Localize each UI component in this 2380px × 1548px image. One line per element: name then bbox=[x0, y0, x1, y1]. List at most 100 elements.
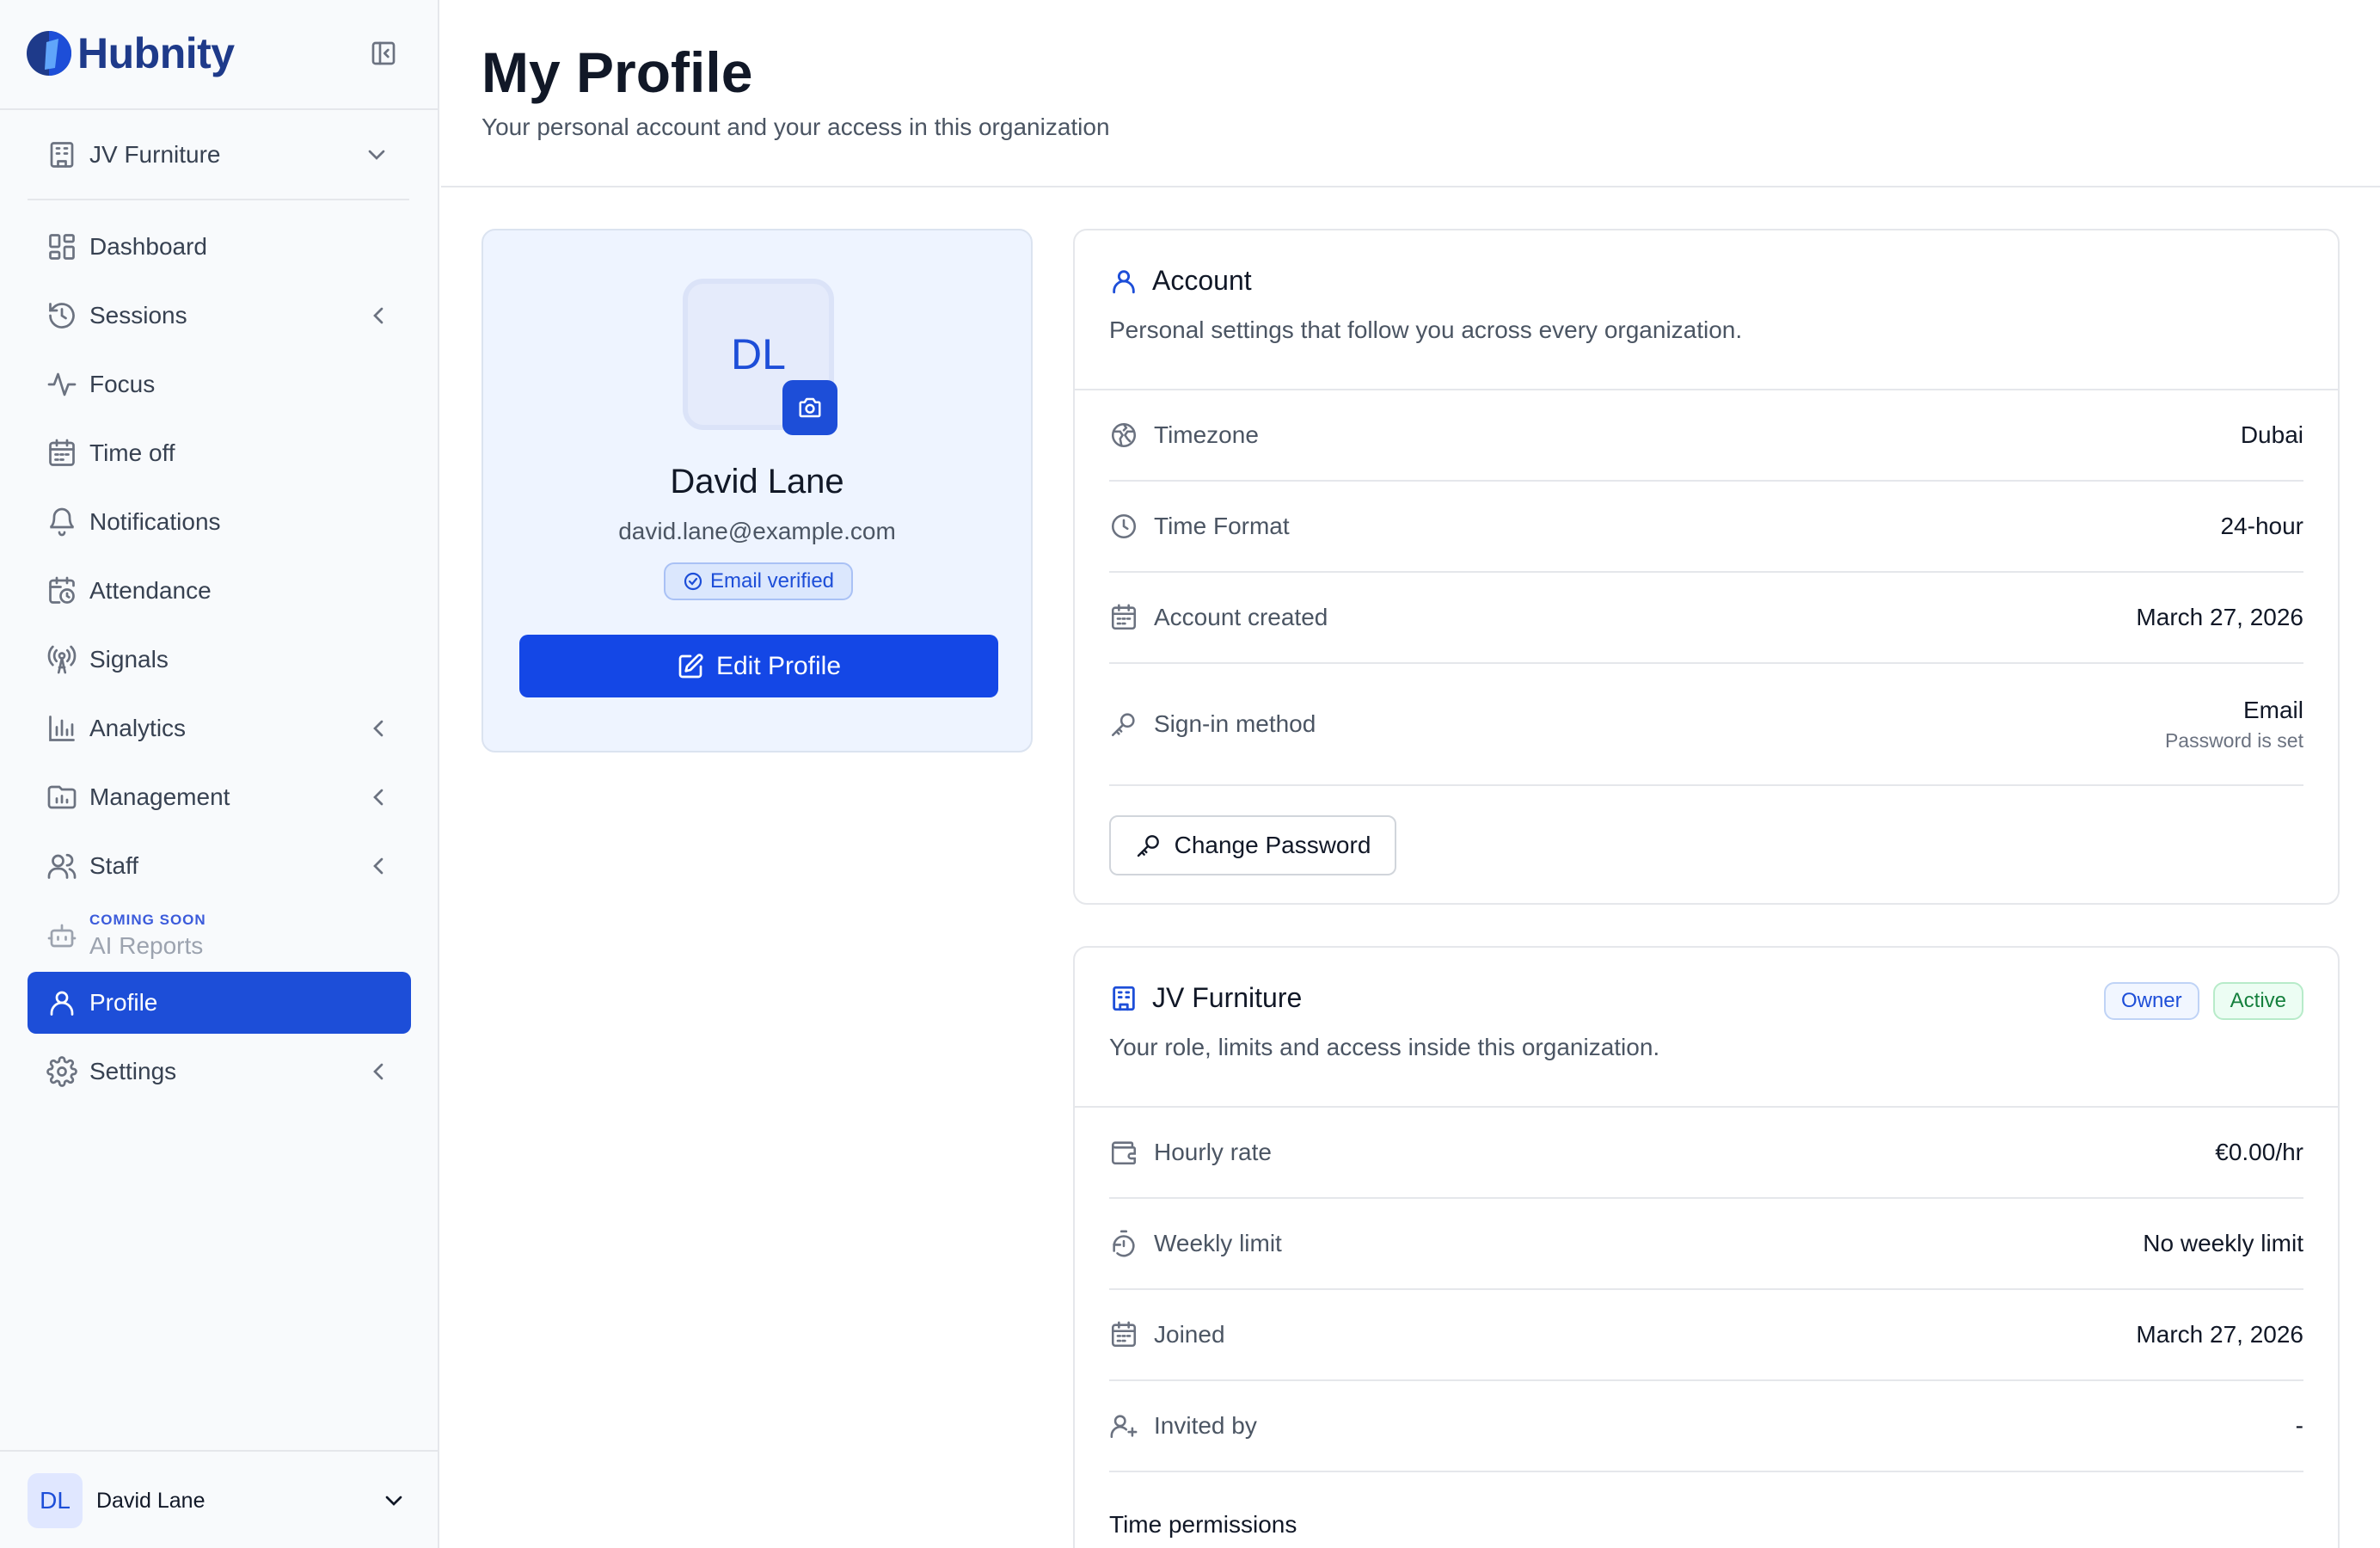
sign-in-method-row: Sign-in method Email Password is set bbox=[1109, 664, 2303, 786]
password-status: Password is set bbox=[2164, 728, 2303, 752]
bot-icon bbox=[47, 924, 77, 948]
page-header: My Profile Your personal account and you… bbox=[441, 0, 2380, 187]
organization-title-text: JV Furniture bbox=[1152, 982, 1303, 1013]
calendar-icon bbox=[1111, 1321, 1137, 1348]
organization-title: JV Furniture bbox=[1109, 982, 1302, 1014]
account-panel: Account Personal settings that follow yo… bbox=[1073, 229, 2340, 905]
sign-in-method-value-wrap: Email Password is set bbox=[2165, 697, 2303, 752]
hourly-rate-row: Hourly rate €0.00/hr bbox=[1109, 1108, 2303, 1199]
account-panel-header: Account Personal settings that follow yo… bbox=[1075, 230, 2338, 390]
sidebar-item-sessions[interactable]: Sessions bbox=[28, 285, 411, 347]
brand[interactable]: Hubnity bbox=[26, 26, 235, 81]
bar-chart-icon bbox=[49, 716, 75, 741]
sidebar-item-label: Notifications bbox=[89, 508, 221, 535]
bell-icon bbox=[49, 507, 75, 537]
account-created-label: Account created bbox=[1154, 604, 1328, 630]
change-photo-button[interactable] bbox=[782, 380, 837, 435]
wallet-icon bbox=[1111, 1141, 1137, 1165]
history-icon bbox=[49, 303, 75, 329]
sidebar-item-label: Signals bbox=[89, 646, 169, 673]
sidebar-item-label: Analytics bbox=[89, 715, 187, 741]
hubnity-logo-icon bbox=[27, 31, 71, 76]
building-icon bbox=[1113, 986, 1135, 1010]
time-format-value: 24-hour bbox=[2220, 513, 2303, 539]
org-switcher-label: JV Furniture bbox=[89, 141, 221, 168]
dashboard-icon bbox=[49, 234, 75, 260]
sidebar-item-time-off[interactable]: Time off bbox=[28, 422, 411, 484]
user-plus-icon bbox=[1110, 1415, 1138, 1439]
org-switcher[interactable]: JV Furniture bbox=[28, 129, 409, 181]
account-title-text: Account bbox=[1152, 265, 1252, 296]
sidebar-item-ai-reports: COMING SOON AI Reports bbox=[28, 905, 411, 967]
user-menu[interactable]: DL David Lane bbox=[28, 1473, 411, 1528]
email-verified-badge: Email verified bbox=[664, 562, 853, 600]
account-created-row: Account created March 27, 2026 bbox=[1109, 573, 2303, 664]
profile-card: DL David Lane david.lane@example.com Ema… bbox=[482, 229, 1033, 752]
user-icon bbox=[1113, 269, 1135, 293]
time-format-label: Time Format bbox=[1154, 513, 1290, 539]
hourly-rate-value: €0.00/hr bbox=[2215, 1139, 2303, 1165]
timer-reset-icon bbox=[1113, 1230, 1135, 1257]
time-format-row: Time Format 24-hour bbox=[1109, 482, 2303, 573]
sidebar-item-staff[interactable]: Staff bbox=[28, 835, 411, 897]
weekly-limit-row: Weekly limit No weekly limit bbox=[1109, 1199, 2303, 1290]
sidebar-item-analytics[interactable]: Analytics bbox=[28, 697, 411, 759]
sidebar-collapse-icon[interactable] bbox=[370, 40, 397, 67]
calendar-clock-icon bbox=[49, 576, 75, 604]
key-icon bbox=[1111, 713, 1135, 737]
profile-name: David Lane bbox=[670, 463, 844, 501]
edit-profile-label: Edit Profile bbox=[715, 651, 842, 680]
calendar-icon bbox=[49, 439, 75, 466]
sidebar-item-notifications[interactable]: Notifications bbox=[28, 491, 411, 553]
brand-name: Hubnity bbox=[77, 29, 235, 77]
globe-icon bbox=[1111, 422, 1137, 448]
sidebar-item-label: Management bbox=[89, 783, 230, 810]
building-icon bbox=[50, 142, 74, 168]
change-password-button[interactable]: Change Password bbox=[1109, 815, 1396, 875]
avatar: DL bbox=[28, 1473, 83, 1528]
weekly-limit-value: No weekly limit bbox=[2143, 1230, 2303, 1256]
sidebar-item-settings[interactable]: Settings bbox=[28, 1041, 411, 1103]
email-verified-label: Email verified bbox=[709, 569, 835, 593]
joined-row: Joined March 27, 2026 bbox=[1109, 1290, 2303, 1381]
sidebar-item-dashboard[interactable]: Dashboard bbox=[28, 216, 411, 278]
invited-by-label: Invited by bbox=[1154, 1412, 1257, 1439]
sidebar-item-signals[interactable]: Signals bbox=[28, 629, 411, 691]
chevron-left-icon bbox=[373, 307, 383, 324]
chevron-down-icon bbox=[368, 150, 385, 160]
check-circle-icon bbox=[684, 572, 702, 591]
hourly-rate-label: Hourly rate bbox=[1154, 1139, 1272, 1165]
org-divider bbox=[28, 199, 409, 200]
sidebar-item-attendance[interactable]: Attendance bbox=[28, 560, 411, 622]
gear-icon bbox=[46, 1056, 77, 1087]
sidebar-item-profile[interactable]: Profile bbox=[28, 972, 411, 1034]
invited-by-row: Invited by - bbox=[1109, 1381, 2303, 1472]
edit-profile-button[interactable]: Edit Profile bbox=[519, 635, 998, 697]
account-description: Personal settings that follow you across… bbox=[1109, 316, 1743, 343]
chevron-left-icon bbox=[373, 789, 383, 806]
account-title: Account bbox=[1109, 265, 1252, 297]
sidebar-item-label: Time off bbox=[89, 439, 175, 466]
sidebar-item-label: Attendance bbox=[89, 577, 212, 604]
folder-chart-icon bbox=[47, 785, 77, 809]
invited-by-value: - bbox=[2295, 1412, 2303, 1439]
organization-panel-header: JV Furniture Owner Active Your role, lim… bbox=[1075, 948, 2338, 1108]
sidebar-divider bbox=[0, 108, 439, 110]
timezone-row: Timezone Dubai bbox=[1109, 390, 2303, 482]
page-subtitle: Your personal account and your access in… bbox=[482, 114, 1110, 140]
radio-tower-icon bbox=[47, 645, 77, 674]
sign-in-method-label: Sign-in method bbox=[1154, 710, 1316, 737]
sidebar-footer-divider bbox=[0, 1450, 439, 1452]
chevron-left-icon bbox=[373, 1063, 383, 1080]
timezone-value: Dubai bbox=[2240, 421, 2303, 448]
sidebar-item-management[interactable]: Management bbox=[28, 766, 411, 828]
key-icon bbox=[1137, 835, 1159, 857]
sidebar: Hubnity JV Furniture Dashboard Sessions … bbox=[0, 0, 439, 1548]
sidebar-item-focus[interactable]: Focus bbox=[28, 353, 411, 415]
weekly-limit-label: Weekly limit bbox=[1154, 1230, 1282, 1256]
chevron-left-icon bbox=[373, 720, 383, 737]
sidebar-item-label: Settings bbox=[89, 1058, 177, 1084]
owner-badge: Owner bbox=[2103, 982, 2199, 1020]
sidebar-item-label: Focus bbox=[89, 371, 156, 397]
chevron-left-icon bbox=[373, 857, 383, 875]
